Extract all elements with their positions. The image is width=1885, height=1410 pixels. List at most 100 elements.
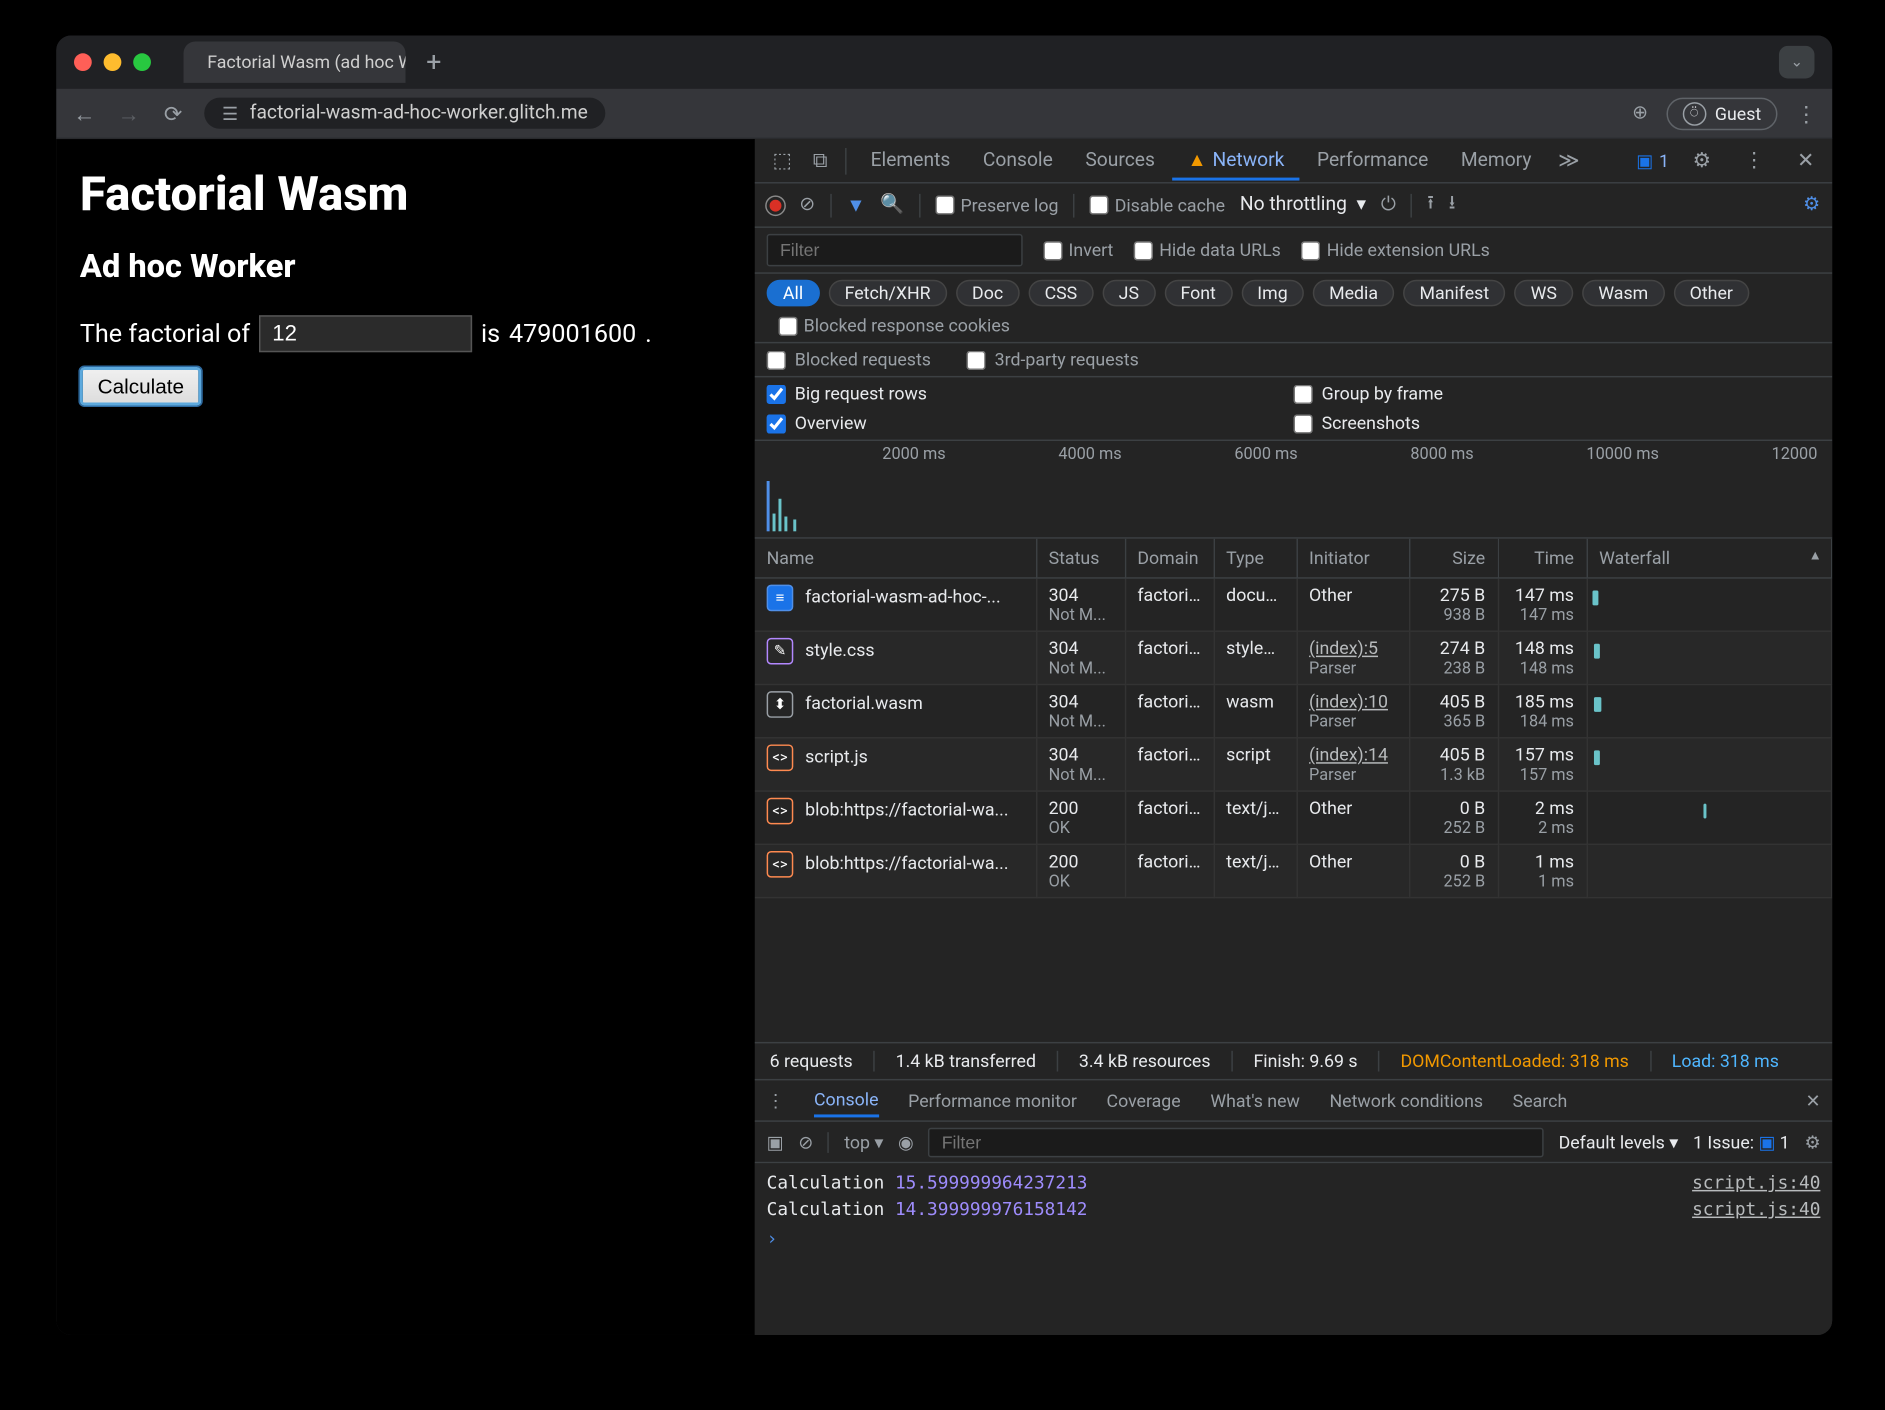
third-party-check[interactable]: 3rd-party requests: [966, 349, 1138, 370]
log-levels-select[interactable]: Default levels ▾: [1559, 1131, 1679, 1152]
search-icon[interactable]: 🔍: [880, 194, 904, 216]
tab-memory[interactable]: Memory: [1446, 144, 1546, 178]
col-waterfall[interactable]: Waterfall: [1587, 539, 1832, 578]
overview-check[interactable]: Overview: [767, 413, 1294, 434]
close-drawer-icon[interactable]: ✕: [1806, 1090, 1821, 1111]
record-button[interactable]: [767, 196, 785, 214]
calculate-button[interactable]: Calculate: [80, 367, 202, 405]
col-name[interactable]: Name: [755, 539, 1036, 578]
table-row[interactable]: <>blob:https://factorial-wa...200OKfacto…: [755, 844, 1832, 897]
console-settings-icon[interactable]: ⚙: [1804, 1131, 1820, 1152]
profile-chip[interactable]: ⍥ Guest: [1666, 97, 1777, 130]
browser-menu-button[interactable]: ⋮: [1795, 100, 1817, 127]
screenshots-check[interactable]: Screenshots: [1294, 413, 1821, 434]
drawer-tab-coverage[interactable]: Coverage: [1107, 1086, 1181, 1116]
close-window-icon[interactable]: [74, 53, 92, 71]
inspect-icon[interactable]: ⬚: [764, 149, 801, 173]
factorial-input[interactable]: [259, 315, 472, 352]
upload-har-icon[interactable]: ⭱: [1427, 189, 1434, 222]
settings-icon[interactable]: ⚙: [1684, 149, 1720, 173]
clear-console-icon[interactable]: ⊘: [798, 1131, 813, 1152]
back-button[interactable]: ←: [71, 100, 98, 127]
drawer-tab-perfmon[interactable]: Performance monitor: [908, 1086, 1077, 1116]
chip-font[interactable]: Font: [1164, 280, 1232, 307]
chip-wasm[interactable]: Wasm: [1582, 280, 1664, 307]
chip-js[interactable]: JS: [1102, 280, 1155, 307]
tab-sources[interactable]: Sources: [1071, 144, 1170, 178]
tab-network[interactable]: ▲Network: [1173, 141, 1300, 179]
browser-tab[interactable]: Factorial Wasm (ad hoc Work ×: [184, 41, 406, 82]
col-time[interactable]: Time: [1498, 539, 1587, 578]
invert-check[interactable]: Invert: [1043, 240, 1113, 261]
window-menu-button[interactable]: ⌄: [1779, 46, 1815, 79]
devtools-menu-icon[interactable]: ⋮: [1735, 149, 1773, 173]
chip-manifest[interactable]: Manifest: [1403, 280, 1505, 307]
table-row[interactable]: <>blob:https://factorial-wa...200OKfacto…: [755, 791, 1832, 844]
blocked-cookies-check[interactable]: Blocked response cookies: [778, 315, 1009, 336]
site-settings-icon[interactable]: ☰: [222, 103, 238, 124]
forward-button[interactable]: →: [115, 100, 142, 127]
filter-icon[interactable]: ▼: [846, 193, 865, 217]
tab-console[interactable]: Console: [968, 144, 1068, 178]
chip-all[interactable]: All: [767, 280, 820, 307]
close-devtools-icon[interactable]: ✕: [1788, 149, 1823, 173]
download-har-icon[interactable]: ⭳: [1449, 189, 1456, 222]
chip-other[interactable]: Other: [1673, 280, 1749, 307]
hide-data-urls-check[interactable]: Hide data URLs: [1134, 240, 1281, 261]
chip-media[interactable]: Media: [1313, 280, 1394, 307]
drawer-tab-netcond[interactable]: Network conditions: [1329, 1086, 1483, 1116]
hide-ext-urls-check[interactable]: Hide extension URLs: [1302, 240, 1490, 261]
reload-button[interactable]: ⟳: [160, 100, 187, 127]
tab-elements[interactable]: Elements: [856, 144, 965, 178]
source-link[interactable]: script.js:40: [1692, 1199, 1820, 1220]
timeline-overview[interactable]: 2000 ms 4000 ms 6000 ms 8000 ms 10000 ms…: [755, 441, 1832, 539]
drawer-tab-console[interactable]: Console: [814, 1084, 879, 1117]
group-frame-check[interactable]: Group by frame: [1294, 383, 1821, 404]
clear-button[interactable]: ⊘: [799, 194, 815, 216]
col-domain[interactable]: Domain: [1125, 539, 1214, 578]
table-row[interactable]: ⬍factorial.wasm304Not M...factori...wasm…: [755, 685, 1832, 738]
drawer-tab-whatsnew[interactable]: What's new: [1210, 1086, 1300, 1116]
source-link[interactable]: script.js:40: [1692, 1172, 1820, 1193]
col-type[interactable]: Type: [1214, 539, 1297, 578]
table-row[interactable]: <>script.js304Not M...factori...script(i…: [755, 738, 1832, 791]
blocked-requests-check[interactable]: Blocked requests: [767, 349, 931, 370]
console-prompt[interactable]: ›: [767, 1222, 1821, 1249]
disable-cache-check[interactable]: Disable cache: [1090, 195, 1226, 216]
console-issue-chip[interactable]: 1 Issue: ▣ 1: [1693, 1131, 1790, 1152]
drawer-menu-icon[interactable]: ⋮: [767, 1090, 785, 1111]
col-status[interactable]: Status: [1036, 539, 1125, 578]
chip-ws[interactable]: WS: [1514, 280, 1573, 307]
minimize-window-icon[interactable]: [104, 53, 122, 71]
issues-chip[interactable]: ▣ 1: [1636, 150, 1669, 171]
big-rows-check[interactable]: Big request rows: [767, 383, 1294, 404]
context-select[interactable]: top ▾: [844, 1131, 883, 1152]
address-bar[interactable]: ☰ factorial-wasm-ad-hoc-worker.glitch.me: [204, 98, 605, 129]
drawer-tabs: ⋮ Console Performance monitor Coverage W…: [755, 1080, 1832, 1121]
network-conditions-icon[interactable]: ⏻: [1381, 194, 1396, 216]
console-filter-input[interactable]: [928, 1127, 1543, 1157]
network-settings-icon[interactable]: ⚙: [1803, 194, 1820, 216]
chip-fetch[interactable]: Fetch/XHR: [828, 280, 947, 307]
table-row[interactable]: ✎style.css304Not M...factori...styles...…: [755, 631, 1832, 684]
live-expression-icon[interactable]: ◉: [898, 1131, 914, 1152]
status-transferred: 1.4 kB transferred: [896, 1051, 1036, 1072]
tab-performance[interactable]: Performance: [1302, 144, 1443, 178]
maximize-window-icon[interactable]: [133, 53, 151, 71]
console-sidebar-icon[interactable]: ▣: [767, 1131, 784, 1152]
new-tab-button[interactable]: +: [417, 47, 450, 78]
zoom-icon[interactable]: ⊕: [1632, 102, 1648, 124]
more-tabs-icon[interactable]: ≫: [1549, 149, 1588, 173]
drawer-tab-search[interactable]: Search: [1513, 1086, 1568, 1116]
table-row[interactable]: ≡factorial-wasm-ad-hoc-...304Not M...fac…: [755, 578, 1832, 631]
network-filter-input[interactable]: [767, 234, 1023, 267]
col-initiator[interactable]: Initiator: [1296, 539, 1408, 578]
chip-img[interactable]: Img: [1241, 280, 1304, 307]
col-size[interactable]: Size: [1409, 539, 1498, 578]
chip-css[interactable]: CSS: [1028, 280, 1093, 307]
device-toggle-icon[interactable]: ⧉: [804, 149, 837, 173]
status-requests: 6 requests: [770, 1051, 853, 1072]
throttling-select[interactable]: No throttling ▾: [1240, 194, 1366, 216]
chip-doc[interactable]: Doc: [956, 280, 1020, 307]
preserve-log-check[interactable]: Preserve log: [935, 195, 1058, 216]
